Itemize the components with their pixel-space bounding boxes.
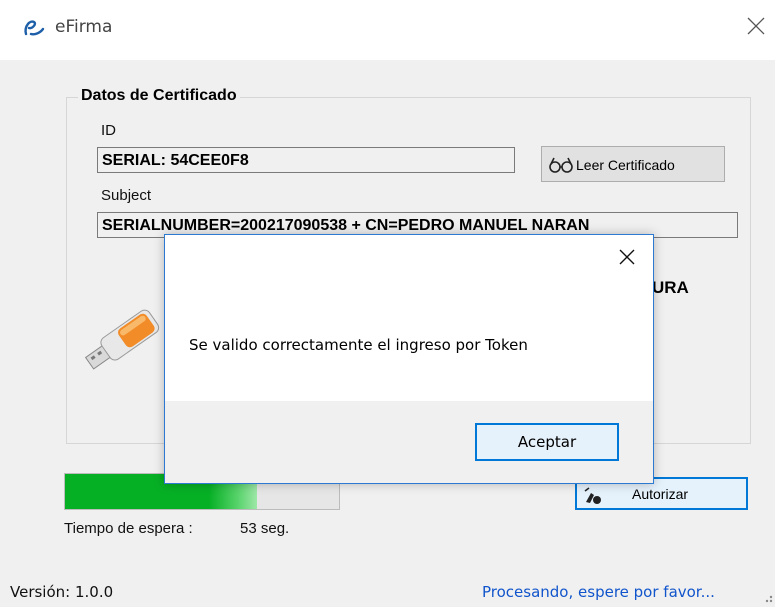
id-field: SERIAL: 54CEE0F8 xyxy=(97,147,515,173)
dialog-footer: Aceptar xyxy=(165,401,653,483)
read-certificate-button[interactable]: Leer Certificado xyxy=(541,146,725,182)
wait-time-value: 53 seg. xyxy=(240,520,290,537)
efirma-logo-icon xyxy=(24,20,45,36)
authorize-label: Autorizar xyxy=(632,486,689,502)
glasses-icon xyxy=(549,157,573,173)
signature-heading-partial: URA xyxy=(652,278,689,297)
resize-grip-icon[interactable] xyxy=(760,590,774,604)
window-close-icon[interactable] xyxy=(744,14,768,38)
message-dialog: Se valido correctamente el ingreso por T… xyxy=(164,234,654,484)
accept-button[interactable]: Aceptar xyxy=(475,423,619,461)
dialog-close-icon[interactable] xyxy=(617,247,637,267)
window-title: eFirma xyxy=(55,17,113,37)
usb-token-icon xyxy=(84,309,160,370)
title-bar: eFirma xyxy=(0,0,775,60)
subject-label: Subject xyxy=(101,187,152,204)
read-certificate-label: Leer Certificado xyxy=(576,157,675,173)
signing-hand-icon xyxy=(584,487,601,504)
wait-time-label: Tiempo de espera : xyxy=(64,520,193,537)
version-text: Versión: 1.0.0 xyxy=(10,583,114,601)
dialog-message: Se valido correctamente el ingreso por T… xyxy=(189,336,528,354)
status-message: Procesando, espere por favor... xyxy=(482,583,715,601)
certificate-group-title: Datos de Certificado xyxy=(78,87,240,105)
id-label: ID xyxy=(101,122,116,139)
